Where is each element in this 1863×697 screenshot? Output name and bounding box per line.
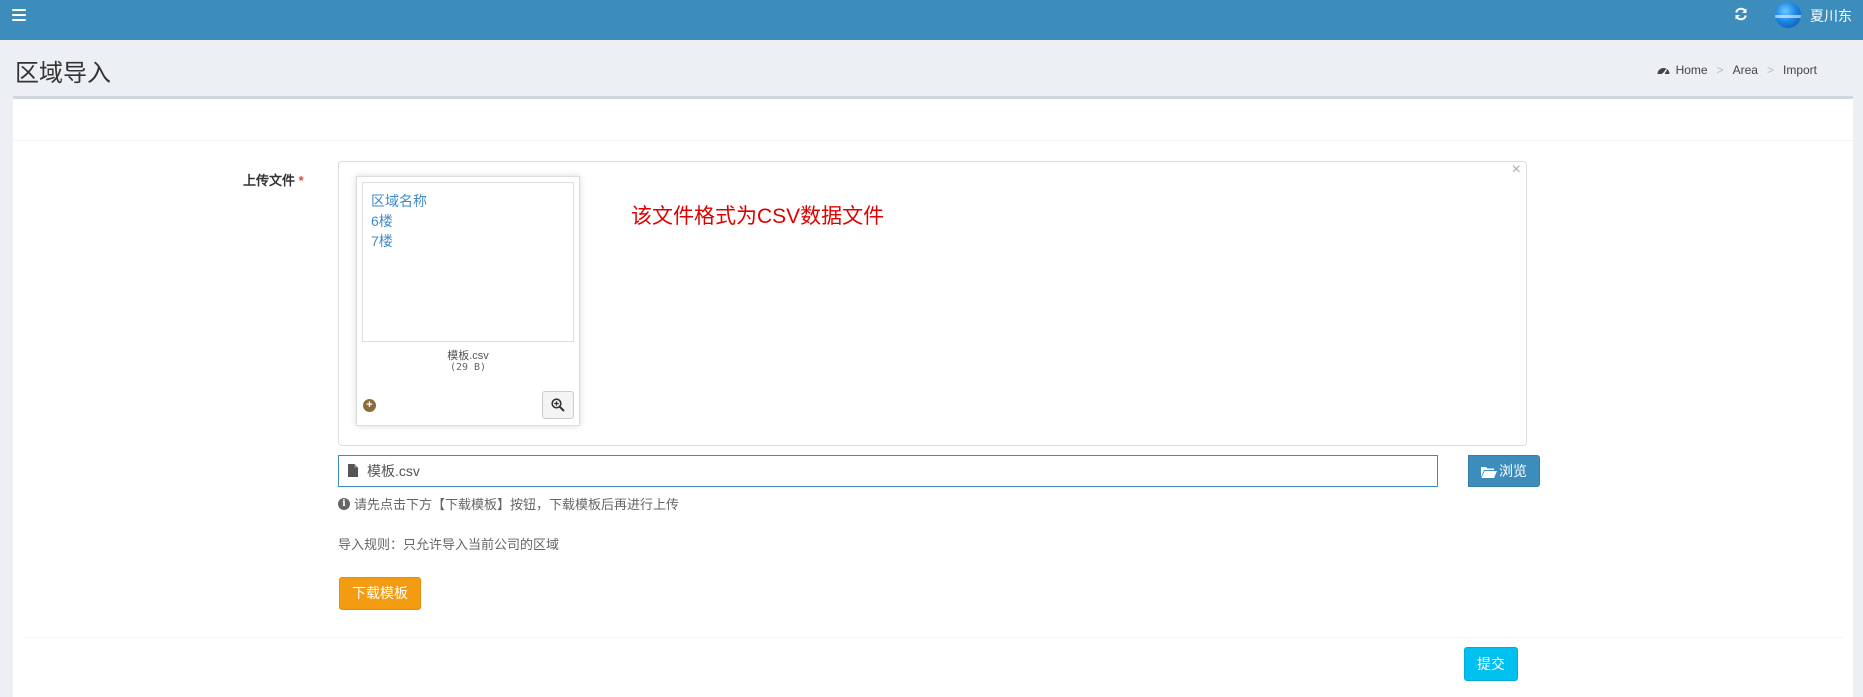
submit-button[interactable]: 提交 xyxy=(1464,647,1518,681)
breadcrumb-import: Import xyxy=(1782,63,1817,77)
breadcrumb-area[interactable]: Area xyxy=(1733,63,1758,77)
breadcrumb-home[interactable]: Home xyxy=(1676,63,1708,77)
top-navbar: 夏川东 xyxy=(0,0,1863,40)
file-preview-area: × 区域名称 6楼 7楼 模板.csv (29 B) + 该文件格式为CSV数据… xyxy=(338,161,1527,446)
import-rule-text: 导入规则：只允许导入当前公司的区域 xyxy=(338,537,560,552)
page-title: 区域导入 xyxy=(15,60,111,87)
preview-line: 6楼 xyxy=(371,213,393,229)
breadcrumb: Home > Area > Import xyxy=(1657,63,1817,77)
refresh-icon[interactable] xyxy=(1733,6,1749,22)
upload-file-label: 上传文件 * xyxy=(243,173,304,188)
browse-label: 浏览 xyxy=(1499,463,1527,479)
form-footer-divider xyxy=(23,637,1843,638)
hamburger-icon[interactable] xyxy=(12,9,26,21)
close-icon[interactable]: × xyxy=(1512,162,1521,178)
preview-file-size: (29 B) xyxy=(449,362,487,373)
file-input-value: 模板.csv xyxy=(367,463,420,479)
breadcrumb-separator: > xyxy=(1766,63,1774,77)
format-note: 该文件格式为CSV数据文件 xyxy=(631,205,885,228)
breadcrumb-separator: > xyxy=(1716,63,1724,77)
info-icon: i xyxy=(338,497,350,510)
preview-line: 7楼 xyxy=(371,233,393,249)
file-name-input[interactable]: 模板.csv xyxy=(338,455,1438,487)
file-icon xyxy=(348,464,358,477)
download-template-button[interactable]: 下载模板 xyxy=(339,577,421,610)
zoom-in-icon xyxy=(551,398,565,412)
preview-line: 区域名称 xyxy=(371,193,427,209)
browse-button[interactable]: 浏览 xyxy=(1468,455,1540,487)
file-thumbnail: 区域名称 6楼 7楼 模板.csv (29 B) + xyxy=(356,176,580,426)
avatar[interactable] xyxy=(1775,2,1801,28)
user-name[interactable]: 夏川东 xyxy=(1810,6,1852,26)
box-header-divider xyxy=(13,140,1853,141)
import-form-box: 上传文件 * × 区域名称 6楼 7楼 模板.csv (29 B) + 该文件格… xyxy=(13,96,1853,697)
dashboard-icon xyxy=(1657,67,1670,75)
file-preview-content: 区域名称 6楼 7楼 xyxy=(362,182,574,342)
preview-file-name: 模板.csv xyxy=(447,350,489,362)
folder-open-icon xyxy=(1481,467,1497,478)
required-mark: * xyxy=(298,173,304,188)
zoom-button[interactable] xyxy=(542,391,574,419)
help-text: i 请先点击下方【下载模板】按钮，下载模板后再进行上传 xyxy=(338,494,679,513)
plus-circle-icon: + xyxy=(363,399,376,412)
